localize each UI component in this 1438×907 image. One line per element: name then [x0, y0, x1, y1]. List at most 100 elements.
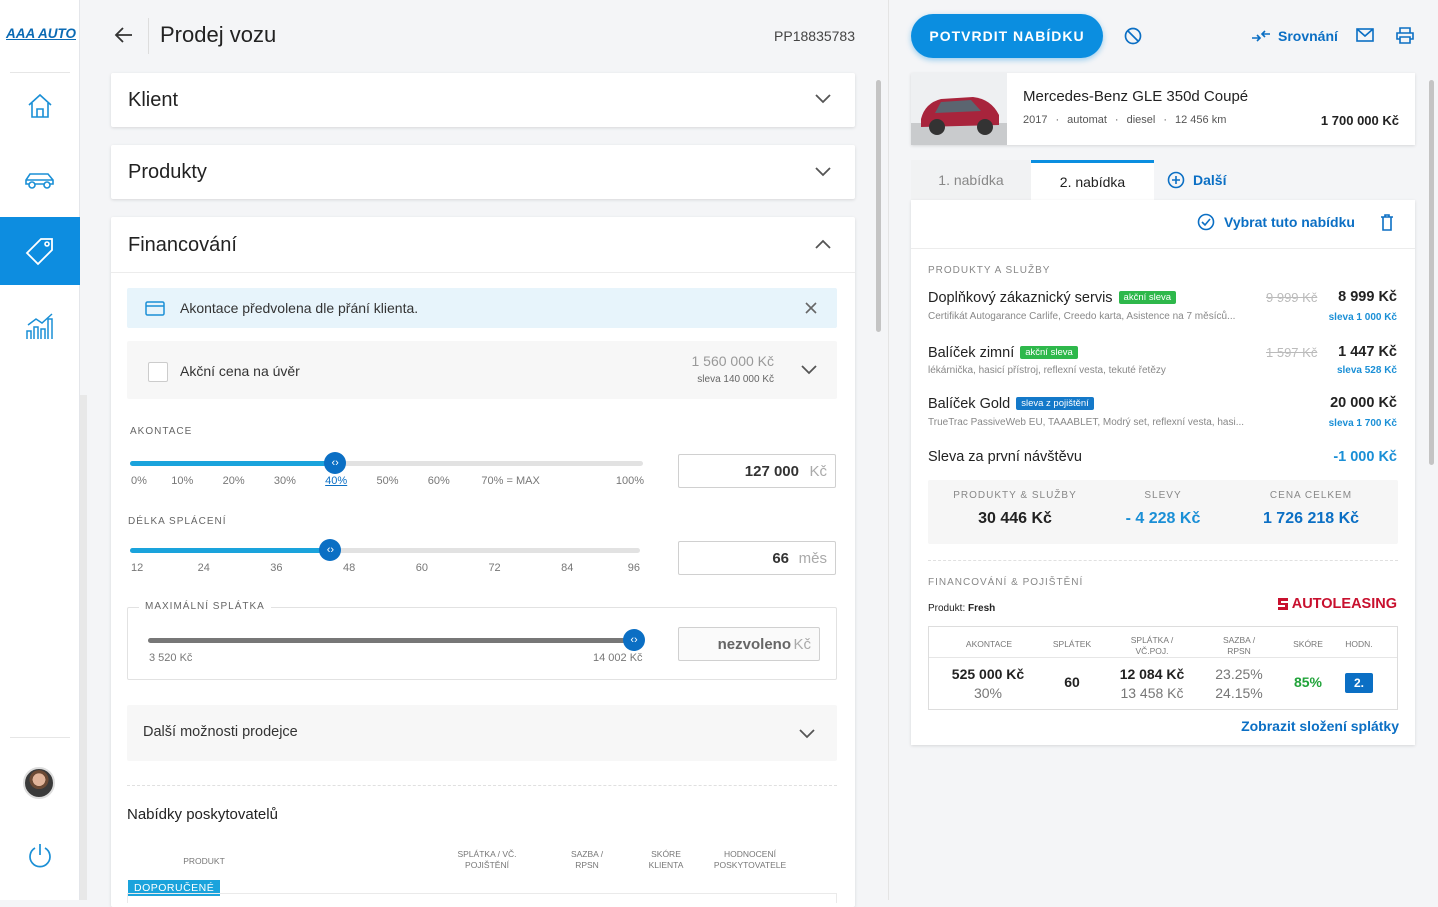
cancel-icon[interactable] [1124, 27, 1142, 45]
divider [911, 248, 1415, 249]
input-value: 127 000 [744, 463, 799, 480]
slider-handle[interactable]: ‹› [623, 629, 645, 651]
fin-product-name: Fresh [968, 603, 996, 614]
tab-label: Další [1193, 172, 1227, 188]
nav-home[interactable] [0, 72, 80, 140]
more-options-label: Další možnosti prodejce [143, 724, 298, 740]
max-installment-slider[interactable]: ‹› [148, 629, 645, 651]
car-icon [25, 173, 54, 189]
fin-product-label: Produkt: [928, 603, 966, 614]
chevron-up-icon[interactable] [815, 239, 831, 249]
scrollbar-track [80, 395, 87, 900]
nav-cars[interactable] [0, 146, 80, 214]
chevron-down-icon [799, 729, 815, 739]
scrollbar[interactable] [1429, 80, 1434, 465]
logout-button[interactable] [0, 822, 80, 890]
section-title: Produkty [128, 161, 207, 183]
products-section[interactable]: Produkty [111, 145, 855, 199]
product-desc: Certifikát Autogarance Carlife, Creedo k… [928, 311, 1236, 322]
car-name: Mercedes-Benz GLE 350d Coupé [1023, 88, 1249, 105]
close-icon[interactable] [805, 302, 817, 314]
summary-discounts-label: SLEVY [1144, 490, 1182, 501]
product-badge: sleva z pojištění [1016, 397, 1094, 410]
show-breakdown-link[interactable]: Zobrazit složení splátky [1241, 718, 1399, 734]
col-header: SPLÁTKA / VČ.POJ. [1130, 635, 1174, 656]
chevron-down-icon [815, 167, 831, 177]
col-rating: HODNOCENÍ POSKYTOVATELE [713, 849, 787, 870]
more-options-row[interactable]: Další možnosti prodejce [127, 705, 837, 761]
down-payment-input[interactable]: 127 000 Kč [678, 454, 836, 488]
fin-rating-badge: 2. [1345, 673, 1373, 693]
brand-logo[interactable]: AAA AUTO [6, 26, 76, 41]
col-header: SAZBA / RPSN [1222, 635, 1256, 656]
product-discount: sleva 1 000 Kč [1328, 312, 1397, 323]
alert-text: Akontace předvolena dle přání klienta. [180, 300, 419, 316]
chevron-down-icon[interactable] [801, 365, 817, 375]
input-value: 66 [772, 550, 789, 567]
min-value: 3 520 Kč [149, 652, 193, 664]
action-price-row: Akční cena na úvěr 1 560 000 Kč sleva 14… [127, 341, 837, 399]
slider-tick: 30% [273, 475, 296, 487]
slider-tick: 20% [222, 475, 245, 487]
page-title: Prodej vozu [160, 22, 277, 47]
product-badge: akční sleva [1118, 291, 1177, 304]
term-label: DÉLKA SPLÁCENÍ [128, 516, 227, 527]
fin-count: 60 [1064, 674, 1080, 690]
product-price: 1 447 Kč [1338, 344, 1397, 360]
scrollbar[interactable] [876, 80, 881, 332]
fin-down-pct: 30% [973, 685, 1003, 701]
action-price-discount: sleva 140 000 Kč [697, 374, 774, 385]
compare-link[interactable]: Srovnání [1251, 28, 1338, 44]
info-alert: Akontace předvolena dle přání klienta. [127, 288, 837, 328]
slider-tick: 10% [171, 475, 194, 487]
max-installment-input[interactable]: nezvoleno Kč [678, 627, 820, 661]
section-title[interactable]: Financování [128, 234, 237, 257]
select-offer-button[interactable]: Vybrat tuto nabídku [1197, 213, 1355, 231]
product-price: 20 000 Kč [1330, 395, 1397, 411]
user-avatar[interactable] [23, 767, 55, 799]
products-label: PRODUKTY A SLUŽBY [928, 265, 1051, 276]
fin-score: 85% [1293, 674, 1323, 690]
slider-tick: 60% [427, 475, 450, 487]
term-slider[interactable]: ‹› [130, 539, 640, 561]
input-unit: měs [798, 550, 827, 567]
input-unit: Kč [793, 636, 811, 653]
slider-tick: 70% = MAX [481, 475, 540, 487]
nav-sales[interactable] [0, 217, 80, 285]
page-header: Prodej vozu PP18835783 [80, 0, 888, 72]
product-price: 8 999 Kč [1338, 289, 1397, 305]
fin-installment: 12 084 Kč [1119, 666, 1185, 682]
financing-table[interactable]: AKONTACE SPLÁTEK SPLÁTKA / VČ.POJ. SAZBA… [928, 626, 1398, 710]
slider-tick: 100% [615, 475, 644, 487]
down-payment-slider[interactable]: ‹› [130, 452, 643, 474]
tab-add-offer[interactable]: Další [1167, 160, 1237, 200]
divider [929, 657, 1397, 658]
confirm-offer-button[interactable]: POTVRDIT NABÍDKU [911, 14, 1103, 58]
product-name: Doplňkový zákaznický servis [928, 290, 1113, 306]
mail-icon[interactable] [1356, 28, 1374, 42]
trash-icon[interactable] [1380, 214, 1394, 231]
tab-offer-1[interactable]: 1. nabídka [911, 160, 1031, 200]
print-icon[interactable] [1396, 27, 1414, 44]
provider-row[interactable] [127, 893, 837, 903]
car-price: 1 700 000 Kč [1320, 113, 1399, 128]
slider-fill [130, 548, 331, 553]
first-visit-value: -1 000 Kč [1333, 449, 1397, 465]
max-value: 14 002 Kč [593, 652, 643, 664]
old-price: 1 597 Kč [1266, 345, 1318, 360]
old-price: 9 999 Kč [1266, 290, 1318, 305]
col-score: SKÓRE KLIENTA [648, 849, 684, 870]
back-button[interactable] [113, 24, 135, 46]
check-circle-icon [1197, 213, 1215, 231]
summary-total-value: 1 726 218 Kč [1262, 510, 1360, 527]
client-section[interactable]: Klient [111, 73, 855, 127]
chart-icon [26, 313, 53, 339]
provider-logo-icon [1277, 598, 1288, 610]
divider [10, 737, 70, 738]
product-name: Balíček zimní [928, 345, 1015, 361]
tab-offer-2[interactable]: 2. nabídka [1031, 160, 1154, 200]
term-input[interactable]: 66 měs [678, 541, 836, 575]
slider-tick: 12 [131, 562, 144, 574]
nav-stats[interactable] [0, 292, 80, 360]
action-price-checkbox[interactable] [148, 362, 168, 382]
